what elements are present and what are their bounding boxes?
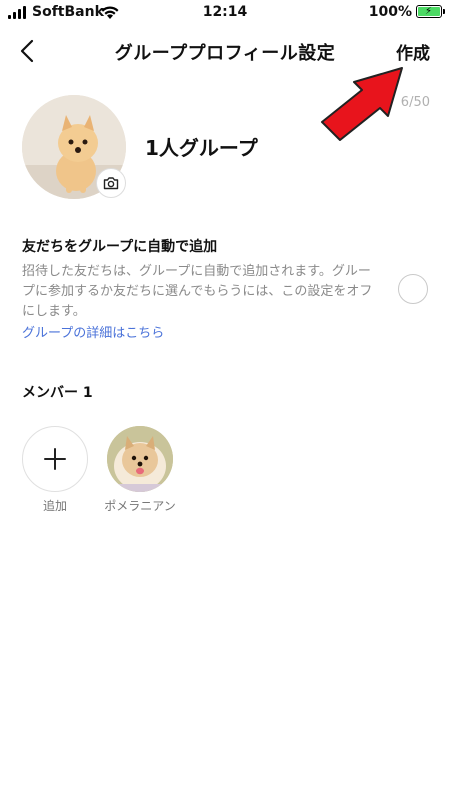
status-bar: SoftBank 12:14 100% ⚡ xyxy=(0,0,450,26)
add-member-label: 追加 xyxy=(42,499,67,513)
group-name-input[interactable]: 1人グループ xyxy=(145,132,258,161)
camera-button[interactable] xyxy=(96,168,126,198)
red-arrow-annotation xyxy=(321,67,403,141)
member-name: ポメラニアン xyxy=(104,499,176,513)
member-avatar[interactable] xyxy=(107,426,173,492)
battery-icon: ⚡ xyxy=(416,5,445,18)
auto-add-toggle[interactable] xyxy=(398,274,428,304)
auto-add-title: 友だちをグループに自動で追加 xyxy=(22,239,218,255)
battery-percent: 100% xyxy=(368,4,412,20)
camera-icon xyxy=(103,177,119,190)
page-title: グループプロフィール設定 xyxy=(114,43,336,64)
plus-icon xyxy=(44,448,66,470)
add-member-button[interactable] xyxy=(22,426,88,492)
pomeranian-avatar xyxy=(107,426,173,492)
auto-add-description: 招待した友だちは、グループに自動で追加されます。グループに参加するか友だちに選ん… xyxy=(22,264,373,319)
group-details-link[interactable]: グループの詳細はこちら xyxy=(22,322,164,341)
battery-level: ⚡ xyxy=(418,6,440,17)
members-heading: メンバー 1 xyxy=(22,385,93,401)
create-button[interactable]: 作成 xyxy=(396,39,430,64)
